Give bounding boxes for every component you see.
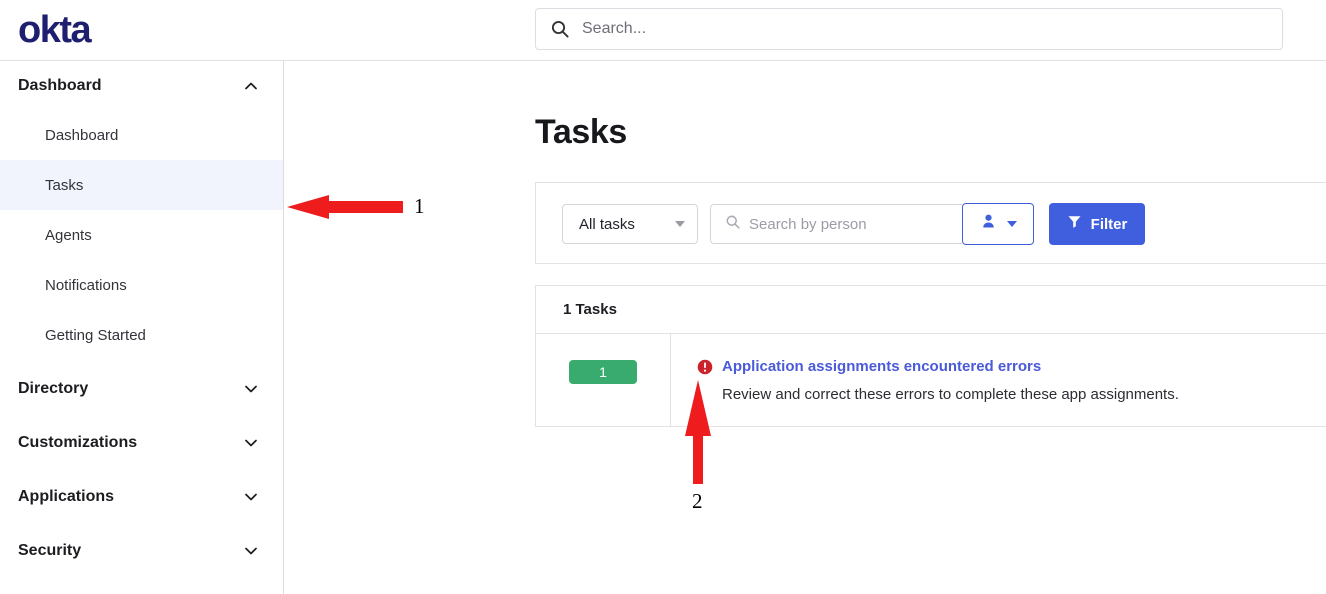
funnel-icon	[1067, 214, 1082, 234]
task-count-cell: 1	[536, 334, 671, 426]
sidebar-section-label: Applications	[18, 488, 114, 506]
sidebar-navigation: Dashboard Dashboard Tasks Agents Notific…	[0, 61, 284, 594]
sidebar-section-label: Dashboard	[18, 77, 102, 95]
sidebar-item-notifications[interactable]: Notifications	[0, 260, 283, 310]
main-content: Tasks All tasks Search by person	[284, 61, 1326, 594]
sidebar-section-label: Directory	[18, 380, 88, 398]
sidebar-section-dashboard[interactable]: Dashboard	[0, 61, 283, 110]
person-search-placeholder: Search by person	[749, 216, 867, 233]
okta-admin-console: okta Search... Dashboard Dashboard	[0, 0, 1326, 594]
global-search-placeholder: Search...	[582, 20, 646, 38]
annotation-label-2: 2	[692, 489, 703, 514]
sidebar-section-label: Security	[18, 542, 81, 560]
task-title-line: Application assignments encountered erro…	[697, 358, 1326, 375]
sidebar-item-tasks[interactable]: Tasks	[0, 160, 283, 210]
all-tasks-select-value: All tasks	[579, 216, 635, 233]
table-row[interactable]: 1 Application assignments encountered er…	[536, 334, 1326, 426]
sidebar-item-label: Tasks	[45, 177, 83, 194]
sidebar-item-agents[interactable]: Agents	[0, 210, 283, 260]
sidebar-section-customizations[interactable]: Customizations	[0, 418, 283, 467]
filter-button-label: Filter	[1091, 216, 1128, 233]
tasks-count-label: 1 Tasks	[563, 301, 617, 318]
global-search-input[interactable]: Search...	[535, 8, 1283, 50]
sidebar-item-label: Agents	[45, 227, 92, 244]
task-description: Review and correct these errors to compl…	[722, 386, 1326, 403]
sidebar-item-getting-started[interactable]: Getting Started	[0, 310, 283, 360]
tasks-results-panel: 1 Tasks 1 Applicat	[535, 285, 1326, 427]
search-icon	[725, 214, 741, 235]
sidebar-item-label: Dashboard	[45, 127, 118, 144]
chevron-up-icon[interactable]	[243, 78, 259, 94]
chevron-down-icon[interactable]	[243, 543, 259, 559]
filter-button[interactable]: Filter	[1049, 203, 1145, 245]
sidebar-section-label: Customizations	[18, 434, 137, 452]
task-detail-cell: Application assignments encountered erro…	[671, 334, 1326, 426]
tasks-results-header: 1 Tasks	[536, 286, 1326, 334]
chevron-down-icon	[675, 221, 685, 227]
sidebar-section-directory[interactable]: Directory	[0, 364, 283, 413]
sidebar-item-label: Getting Started	[45, 327, 146, 344]
person-search-input[interactable]: Search by person	[710, 204, 962, 244]
chevron-down-icon	[1007, 221, 1017, 227]
chevron-down-icon[interactable]	[243, 381, 259, 397]
top-header-bar: okta Search...	[0, 0, 1326, 61]
chevron-down-icon[interactable]	[243, 489, 259, 505]
sidebar-section-applications[interactable]: Applications	[0, 472, 283, 521]
person-icon	[980, 213, 997, 235]
tasks-filter-toolbar: All tasks Search by person	[535, 182, 1326, 264]
sidebar-item-dashboard[interactable]: Dashboard	[0, 110, 283, 160]
sidebar-section-security[interactable]: Security	[0, 526, 283, 575]
sidebar-item-label: Notifications	[45, 277, 127, 294]
error-circle-icon	[697, 359, 713, 375]
page-title: Tasks	[535, 113, 627, 152]
all-tasks-select[interactable]: All tasks	[562, 204, 698, 244]
chevron-down-icon[interactable]	[243, 435, 259, 451]
status-badge: 1	[569, 360, 637, 384]
person-filter-dropdown[interactable]	[962, 203, 1034, 245]
task-title-link[interactable]: Application assignments encountered erro…	[722, 358, 1041, 375]
search-icon	[550, 19, 570, 39]
okta-logo[interactable]: okta	[18, 10, 90, 50]
annotation-label-1: 1	[414, 194, 425, 219]
